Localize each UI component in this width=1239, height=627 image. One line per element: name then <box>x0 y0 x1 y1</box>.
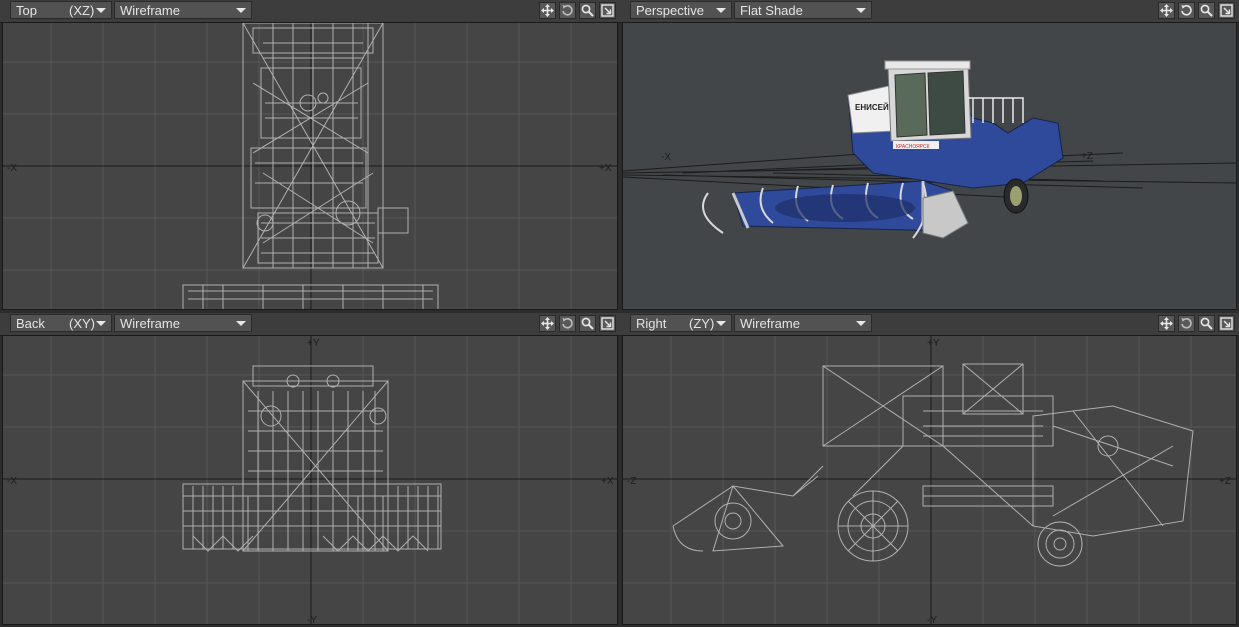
render-mode-dropdown[interactable]: Wireframe <box>114 314 252 332</box>
view-axes: (ZY) <box>689 316 715 331</box>
viewport-canvas[interactable]: -Z +Z +Y -Y <box>622 335 1237 625</box>
viewport-back[interactable]: Back (XY) Wireframe -X +X +Y -Y <box>0 313 620 627</box>
viewport-top[interactable]: Top (XZ) Wireframe -X +X <box>0 0 620 312</box>
axis-label-h-neg: -Z <box>627 476 636 487</box>
move-icon[interactable] <box>1158 2 1175 19</box>
wireframe-model-right <box>672 363 1194 567</box>
model-plate-decal: КРАСНОЯРСК <box>896 144 930 150</box>
view-tools <box>1158 315 1235 332</box>
viewport-canvas[interactable]: -X +X +Y -Y <box>2 335 618 625</box>
zoom-icon[interactable] <box>579 2 596 19</box>
axis-label-h-pos: +X <box>601 476 614 487</box>
view-type-dropdown[interactable]: Back (XY) <box>10 314 112 332</box>
viewport-perspective[interactable]: Perspective Flat Shade -X +Z ЕНИСЕЙ КРАС… <box>620 0 1239 312</box>
chevron-down-icon <box>96 8 106 13</box>
axis-label-h-neg: -X <box>7 476 17 487</box>
axis-label-h-pos: +Z <box>1081 151 1093 162</box>
render-mode-label: Flat Shade <box>740 3 803 18</box>
model-brand-decal: ЕНИСЕЙ <box>855 103 889 112</box>
zoom-icon[interactable] <box>1198 315 1215 332</box>
axis-label-h-pos: +Z <box>1219 476 1231 487</box>
axis-label-v-neg: -Y <box>307 615 317 625</box>
axis-label-h-neg: -X <box>7 163 17 174</box>
view-tools <box>1158 2 1235 19</box>
chevron-down-icon <box>856 321 866 326</box>
maximize-icon[interactable] <box>599 315 616 332</box>
view-name: Right <box>636 316 667 331</box>
view-type-dropdown[interactable]: Perspective <box>630 1 732 19</box>
viewport-header: Top (XZ) Wireframe <box>0 0 620 23</box>
move-icon[interactable] <box>539 2 556 19</box>
chevron-down-icon <box>856 8 866 13</box>
render-mode-label: Wireframe <box>120 316 180 331</box>
move-icon[interactable] <box>539 315 556 332</box>
view-name: Perspective <box>636 3 704 18</box>
rotate-icon[interactable] <box>559 315 576 332</box>
view-axes: (XY) <box>69 316 95 331</box>
axis-label-v-pos: +Y <box>927 338 940 349</box>
axis-label-h-neg: -X <box>661 152 671 163</box>
chevron-down-icon <box>96 321 106 326</box>
render-mode-dropdown[interactable]: Wireframe <box>114 1 252 19</box>
view-name: Back <box>16 316 45 331</box>
rotate-icon[interactable] <box>559 2 576 19</box>
rotate-icon[interactable] <box>1178 315 1195 332</box>
viewport-header: Right (ZY) Wireframe <box>620 313 1239 336</box>
render-mode-dropdown[interactable]: Flat Shade <box>734 1 872 19</box>
view-type-dropdown[interactable]: Top (XZ) <box>10 1 112 19</box>
maximize-icon[interactable] <box>1218 2 1235 19</box>
move-icon[interactable] <box>1158 315 1175 332</box>
chevron-down-icon <box>236 8 246 13</box>
rotate-icon[interactable] <box>1178 2 1195 19</box>
render-mode-dropdown[interactable]: Wireframe <box>734 314 872 332</box>
viewport-canvas[interactable]: -X +X <box>2 22 618 310</box>
axis-label-v-pos: +Y <box>307 338 320 349</box>
chevron-down-icon <box>716 321 726 326</box>
chevron-down-icon <box>716 8 726 13</box>
zoom-icon[interactable] <box>579 315 596 332</box>
axis-label-v-neg: -Y <box>927 615 937 625</box>
view-name: Top <box>16 3 37 18</box>
chevron-down-icon <box>236 321 246 326</box>
wireframe-model-back <box>182 365 442 552</box>
view-tools <box>539 2 616 19</box>
maximize-icon[interactable] <box>1218 315 1235 332</box>
render-mode-label: Wireframe <box>740 316 800 331</box>
viewport-header: Perspective Flat Shade <box>620 0 1239 23</box>
view-type-dropdown[interactable]: Right (ZY) <box>630 314 732 332</box>
viewport-canvas[interactable]: -X +Z ЕНИСЕЙ КРАСНОЯРСК <box>622 22 1237 310</box>
view-tools <box>539 315 616 332</box>
viewport-header: Back (XY) Wireframe <box>0 313 620 336</box>
grid <box>623 336 1236 624</box>
maximize-icon[interactable] <box>599 2 616 19</box>
viewport-right[interactable]: Right (ZY) Wireframe -Z +Z +Y -Y <box>620 313 1239 627</box>
zoom-icon[interactable] <box>1198 2 1215 19</box>
render-mode-label: Wireframe <box>120 3 180 18</box>
axis-label-h-pos: +X <box>599 163 612 174</box>
view-axes: (XZ) <box>69 3 95 18</box>
